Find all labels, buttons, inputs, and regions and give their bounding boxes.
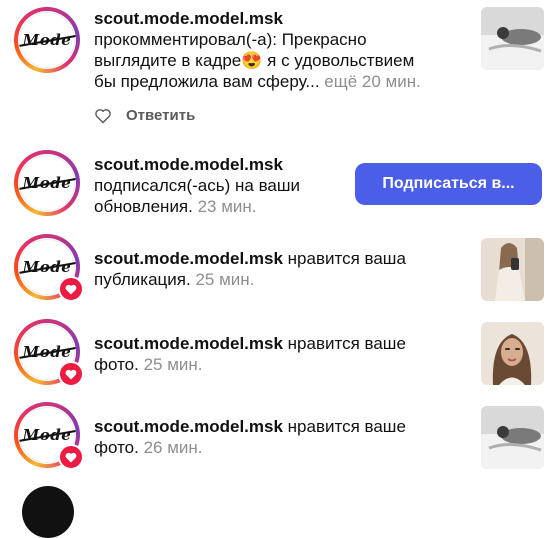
avatar[interactable] bbox=[22, 486, 74, 538]
post-thumbnail[interactable] bbox=[481, 406, 544, 469]
avatar[interactable]: Mode bbox=[14, 402, 84, 470]
action-text: я с удовольствием bbox=[262, 51, 415, 70]
heart-badge-icon bbox=[58, 276, 84, 302]
notification-like[interactable]: Mode scout.mode.model.msk нравится ваша … bbox=[0, 232, 558, 312]
photo-thumbnail-bed-icon bbox=[481, 406, 544, 469]
reply-row: Ответить bbox=[94, 107, 195, 124]
notification-comment[interactable]: Mode scout.mode.model.msk прокомментиров… bbox=[0, 0, 558, 140]
notification-text: scout.mode.model.msk нравится ваше фото.… bbox=[94, 333, 406, 375]
action-text: нравится ваше bbox=[282, 417, 406, 436]
photo-thumbnail-mirror-selfie-icon bbox=[481, 238, 544, 301]
timestamp: 26 мин. bbox=[138, 438, 203, 457]
avatar-logo-text: Mode bbox=[22, 31, 72, 49]
photo-thumbnail-bed-icon bbox=[481, 7, 544, 70]
more-link[interactable]: ещё bbox=[320, 72, 357, 91]
notification-text: scout.mode.model.msk нравится ваша публи… bbox=[94, 248, 406, 290]
notification-like[interactable]: Mode scout.mode.model.msk нравится ваше … bbox=[0, 402, 558, 482]
username[interactable]: scout.mode.model.msk bbox=[94, 249, 283, 268]
post-thumbnail[interactable] bbox=[481, 7, 544, 70]
username[interactable]: scout.mode.model.msk bbox=[94, 9, 283, 28]
avatar-logo-text: Mode bbox=[22, 174, 72, 192]
username[interactable]: scout.mode.model.msk bbox=[94, 155, 283, 174]
post-thumbnail[interactable] bbox=[481, 238, 544, 301]
like-heart-icon[interactable] bbox=[94, 108, 112, 124]
heart-badge-icon bbox=[58, 444, 84, 470]
avatar[interactable]: Mode bbox=[14, 234, 84, 302]
action-text: нравится ваша bbox=[282, 249, 406, 268]
timestamp: 20 мин. bbox=[357, 72, 421, 91]
avatar[interactable]: Mode bbox=[14, 150, 80, 216]
avatar-logo-text: Mode bbox=[22, 258, 72, 276]
avatar[interactable]: Mode bbox=[14, 319, 84, 387]
notification-like[interactable]: Mode scout.mode.model.msk нравится ваше … bbox=[0, 317, 558, 397]
username[interactable]: scout.mode.model.msk bbox=[94, 417, 283, 436]
timestamp: 25 мин. bbox=[190, 270, 255, 289]
action-text: нравится ваше bbox=[282, 334, 406, 353]
action-text: фото. bbox=[94, 355, 139, 374]
action-text: подписался(-ась) на ваши bbox=[94, 176, 301, 195]
avatar-logo-text: Mode bbox=[22, 343, 72, 361]
heart-eyes-emoji: 😍 bbox=[241, 51, 263, 70]
timestamp: 23 мин. bbox=[192, 197, 257, 216]
action-text: публикация. bbox=[94, 270, 191, 289]
photo-thumbnail-portrait-icon bbox=[481, 322, 544, 385]
timestamp: 25 мин. bbox=[138, 355, 203, 374]
notification-text: scout.mode.model.msk подписался(-ась) на… bbox=[94, 154, 300, 217]
notification-text: scout.mode.model.msk нравится ваше фото.… bbox=[94, 416, 406, 458]
action-text: прокомментировал(-а): Прекрасно bbox=[94, 30, 367, 49]
follow-back-button[interactable]: Подписаться в... bbox=[355, 163, 542, 205]
action-text: бы предложила вам сферу... bbox=[94, 72, 320, 91]
username[interactable]: scout.mode.model.msk bbox=[94, 334, 283, 353]
action-text: выглядите в кадре bbox=[94, 51, 242, 70]
notification-text: scout.mode.model.msk прокомментировал(-а… bbox=[94, 8, 421, 92]
heart-badge-icon bbox=[58, 361, 84, 387]
avatar-logo-text: Mode bbox=[22, 426, 72, 444]
reply-button[interactable]: Ответить bbox=[126, 107, 195, 124]
post-thumbnail[interactable] bbox=[481, 322, 544, 385]
action-text: обновления. bbox=[94, 197, 193, 216]
action-text: фото. bbox=[94, 438, 139, 457]
avatar[interactable]: Mode bbox=[14, 7, 80, 73]
